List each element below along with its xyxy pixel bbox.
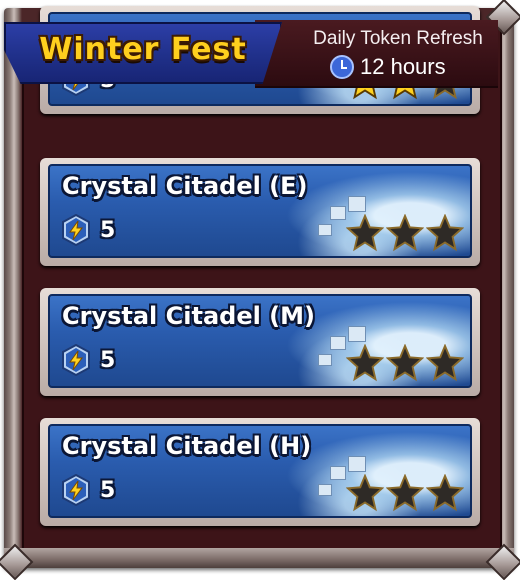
energy-cost: 5 [60,214,115,246]
level-card-body: Crystal Citadel (E) 5 [48,164,472,258]
level-list[interactable]: 5 Crystal Citadel (E) [22,6,498,552]
star-empty-icon [346,474,384,512]
level-card-crystal-citadel-e[interactable]: Crystal Citadel (E) 5 [40,158,480,266]
energy-cost-value: 5 [100,217,116,243]
energy-icon [62,344,90,376]
energy-icon [62,214,90,246]
star-empty-icon [346,344,384,382]
star-empty-icon [386,344,424,382]
level-card-crystal-citadel-m[interactable]: Crystal Citadel (M) 5 [40,288,480,396]
energy-cost: 5 [60,474,115,506]
star-empty-icon [346,214,384,252]
star-empty-icon [426,344,464,382]
star-empty-icon [386,474,424,512]
level-title: Crystal Citadel (H) [62,432,312,460]
event-title: Winter Fest [39,31,247,67]
star-rating [346,214,464,252]
star-empty-icon [386,214,424,252]
level-card-body: Crystal Citadel (M) 5 [48,294,472,388]
clock-icon [330,55,354,79]
energy-cost-value: 5 [100,477,116,503]
energy-cost: 5 [60,344,115,376]
energy-cost-value: 5 [100,347,116,373]
refresh-time: 12 hours [360,54,446,79]
star-rating [346,474,464,512]
refresh-timer: 12 hours [330,54,446,80]
star-empty-icon [426,214,464,252]
level-card-body: Crystal Citadel (H) 5 [48,424,472,518]
event-header: Winter Fest Daily Token Refresh 12 hours [0,18,508,88]
star-rating [346,344,464,382]
level-card-crystal-citadel-h[interactable]: Crystal Citadel (H) 5 [40,418,480,526]
star-empty-icon [426,474,464,512]
level-title: Crystal Citadel (M) [62,302,315,330]
refresh-label: Daily Token Refresh [313,28,483,49]
energy-icon [62,474,90,506]
level-title: Crystal Citadel (E) [62,172,308,200]
